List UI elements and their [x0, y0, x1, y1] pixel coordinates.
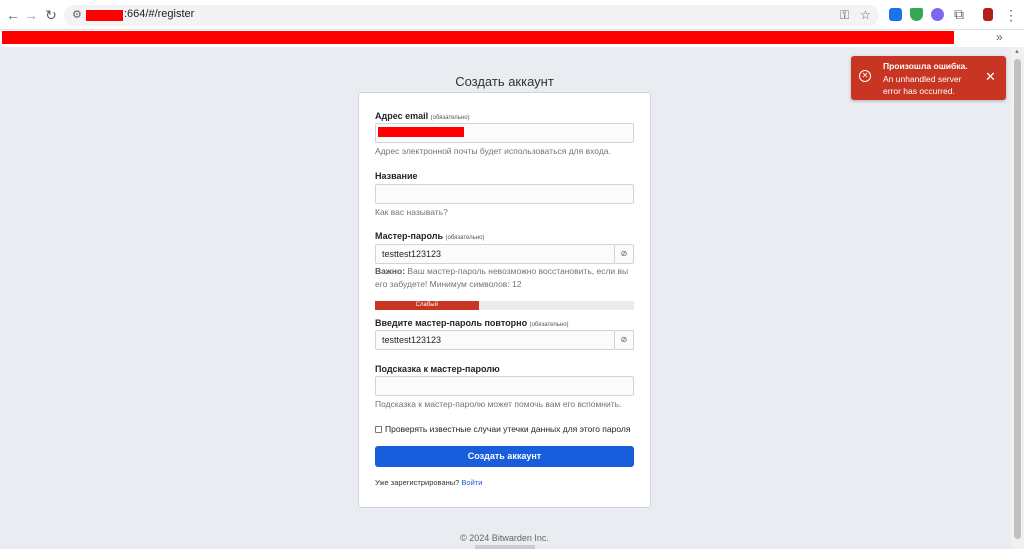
master-password-help: Важно: Ваш мастер-пароль невозможно восс… — [375, 266, 629, 289]
register-card: Адрес email (обязательно) Адрес электрон… — [358, 92, 651, 508]
close-icon[interactable]: ✕ — [985, 70, 996, 83]
url-text: :664/#/register — [124, 8, 195, 20]
master-password-field[interactable]: testtest123123 — [375, 244, 615, 264]
site-info-icon[interactable]: ⚙ — [72, 8, 82, 21]
hint-field[interactable] — [375, 376, 634, 396]
forward-icon[interactable]: → — [22, 6, 40, 24]
footer-version — [358, 545, 651, 549]
reload-icon[interactable]: ↻ — [42, 6, 60, 24]
create-account-button[interactable]: Создать аккаунт — [375, 446, 634, 467]
url-redaction — [86, 10, 123, 21]
footer-copyright: © 2024 Bitwarden Inc. — [460, 533, 549, 543]
toggle-confirm-visibility-icon[interactable]: ⊘ — [615, 330, 634, 350]
email-field[interactable] — [375, 123, 634, 143]
bookmark-star-icon[interactable]: ☆ — [860, 8, 871, 22]
back-icon[interactable]: ← — [4, 6, 22, 24]
confirm-password-label: Введите мастер-пароль повторно (обязател… — [375, 318, 569, 328]
name-field[interactable] — [375, 184, 634, 204]
breach-check-label[interactable]: Проверять известные случаи утечки данных… — [385, 424, 630, 434]
email-label: Адрес email (обязательно) — [375, 111, 470, 121]
extension-shield-icon[interactable] — [910, 8, 923, 21]
hint-label: Подсказка к мастер-паролю — [375, 364, 500, 374]
breach-check-row: Проверять известные случаи утечки данных… — [375, 424, 630, 434]
error-x-circle-icon: ✕ — [859, 70, 871, 82]
password-key-icon[interactable]: ⚿ — [840, 8, 849, 23]
scroll-up-icon[interactable]: ▲ — [1014, 49, 1020, 55]
extension-circle-icon[interactable] — [931, 8, 944, 21]
email-redaction — [378, 127, 464, 137]
password-strength-meter: Слабый — [375, 301, 634, 310]
profile-avatar-icon[interactable] — [983, 8, 993, 21]
error-toast: ✕ Произошла ошибка. An unhandled server … — [851, 56, 1006, 100]
login-link[interactable]: Войти — [461, 478, 482, 487]
browser-toolbar: ← → ↻ ⚙ :664/#/register ⚿ ☆ ⧉ ⋮ — [0, 0, 1024, 30]
bookmarks-bar: » — [0, 30, 1024, 47]
scroll-thumb[interactable] — [1014, 59, 1021, 539]
menu-kebab-icon[interactable]: ⋮ — [1002, 6, 1020, 24]
name-help: Как вас называть? — [375, 207, 448, 217]
extension-bitwarden-icon[interactable] — [889, 8, 902, 21]
name-label: Название — [375, 171, 418, 181]
bookmarks-redaction — [2, 31, 954, 44]
page-title: Создать аккаунт — [455, 74, 554, 89]
toast-message: An unhandled server error has occurred. — [883, 74, 962, 96]
hint-help: Подсказка к мастер-паролю может помочь в… — [375, 399, 622, 409]
breach-check-checkbox[interactable] — [375, 425, 382, 433]
confirm-password-field[interactable]: testtest123123 — [375, 330, 615, 350]
extensions-puzzle-icon[interactable]: ⧉ — [950, 5, 968, 23]
login-row: Уже зарегистрированы? Войти — [375, 478, 482, 487]
password-strength-fill: Слабый — [375, 301, 479, 310]
email-help: Адрес электронной почты будет использова… — [375, 146, 611, 156]
bookmarks-overflow-icon[interactable]: » — [996, 30, 1003, 44]
page-scrollbar[interactable]: ▲ — [1011, 47, 1024, 549]
master-password-label: Мастер-пароль (обязательно) — [375, 231, 485, 241]
already-registered-text: Уже зарегистрированы? — [375, 478, 460, 487]
toggle-visibility-icon[interactable]: ⊘ — [615, 244, 634, 264]
toast-title: Произошла ошибка. — [883, 61, 968, 71]
address-bar[interactable]: ⚙ :664/#/register ⚿ ☆ — [64, 5, 879, 26]
